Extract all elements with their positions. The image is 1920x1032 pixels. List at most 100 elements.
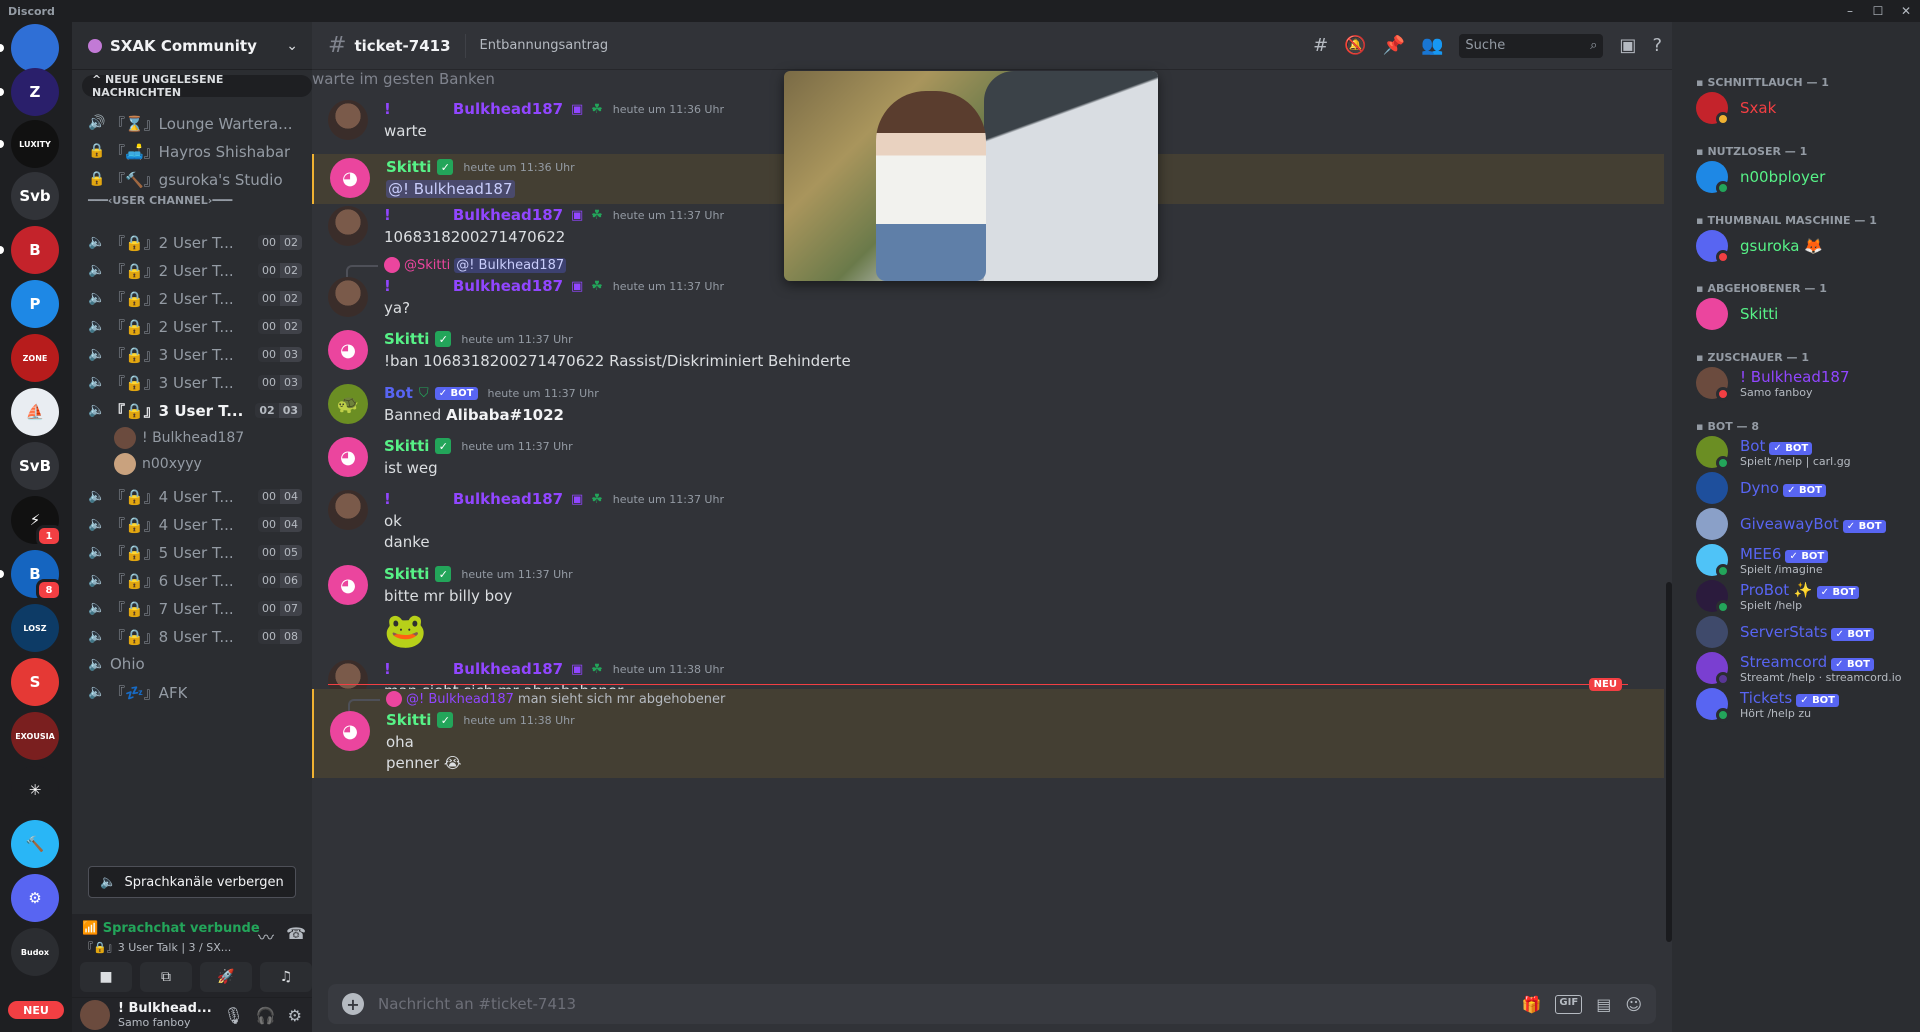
message-input[interactable]: Nachricht an #ticket-7413	[378, 995, 1522, 1013]
message-composer[interactable]: + Nachricht an #ticket-7413 🎁 GIF ▤ ☺	[328, 984, 1656, 1024]
voice-channel-info[interactable]: 『🔒』3 User Talk | 3 / SX...	[82, 939, 231, 955]
voice-channel[interactable]: 🔈 『🔒』4 User T... 00 04	[80, 509, 304, 539]
close-window-button[interactable]: ✕	[1892, 4, 1920, 18]
user-prefix[interactable]: !	[384, 206, 391, 224]
settings-gear-icon[interactable]: ⚙	[288, 1006, 302, 1025]
threads-icon[interactable]: #	[1313, 35, 1328, 56]
headphones-icon[interactable]: 🎧	[256, 1006, 276, 1025]
camera-button[interactable]: ■	[80, 962, 132, 992]
member-item[interactable]: gsuroka 🦊	[1696, 226, 1912, 266]
username[interactable]: Bulkhead187	[453, 100, 563, 118]
member-item[interactable]: Dyno ✓ BOT	[1696, 468, 1912, 508]
avatar[interactable]: ◕	[328, 330, 368, 370]
member-item[interactable]: GiveawayBot ✓ BOT	[1696, 504, 1912, 544]
avatar[interactable]	[328, 277, 368, 317]
username[interactable]: Bot	[384, 384, 413, 402]
server-icon[interactable]: LUXITY	[0, 120, 59, 168]
server-icon[interactable]: P	[11, 280, 59, 328]
member-item[interactable]: Skitti	[1696, 294, 1912, 334]
avatar[interactable]: ◕	[328, 437, 368, 477]
user-mention[interactable]: @! Bulkhead187	[386, 180, 515, 198]
member-item[interactable]: ServerStats ✓ BOT	[1696, 612, 1912, 652]
activity-button[interactable]: 🚀	[200, 962, 252, 992]
hide-voice-channels-button[interactable]: 🔈 Sprachkanäle verbergen	[88, 866, 296, 898]
disconnect-icon[interactable]: ☎	[286, 924, 306, 948]
search-input[interactable]: Suche ⌕	[1459, 33, 1604, 58]
voice-channel[interactable]: 🔈 『🔒』2 User T... 00 02	[80, 255, 304, 285]
server-icon[interactable]: Z	[0, 68, 59, 116]
username[interactable]: Bulkhead187	[453, 660, 563, 678]
screenshare-button[interactable]: ⧉	[140, 962, 192, 992]
username[interactable]: Skitti	[384, 330, 429, 348]
user-prefix[interactable]: !	[384, 490, 391, 508]
sticker-image[interactable]: 🐸	[384, 611, 426, 651]
server-icon[interactable]: 🔨	[11, 820, 59, 868]
voice-channel[interactable]: 🔈 『🔒』2 User T... 00 02	[80, 227, 304, 257]
emoji-icon[interactable]: ☺	[1625, 995, 1642, 1014]
minimize-button[interactable]: –	[1836, 4, 1864, 18]
member-item[interactable]: ! Bulkhead187 Samo fanboy	[1696, 363, 1912, 403]
server-icon[interactable]: Svb	[11, 172, 59, 220]
unread-messages-pill[interactable]: ^ NEUE UNGELESENE NACHRICHTEN	[82, 73, 312, 99]
username[interactable]: Skitti	[384, 437, 429, 455]
server-icon[interactable]: LOSZ	[11, 604, 59, 652]
member-item[interactable]: Bot ✓ BOT Spielt /help | carl.gg	[1696, 432, 1912, 472]
server-icon[interactable]: B8	[0, 550, 62, 601]
voice-channel[interactable]: 🔈 Ohio	[80, 649, 304, 679]
voice-channel[interactable]: 🔈 『🔒』5 User T... 00 05	[80, 537, 304, 567]
server-header[interactable]: SXAK Community ⌄	[72, 22, 312, 70]
member-item[interactable]: Sxak	[1696, 88, 1912, 128]
voice-channel[interactable]: 🔈 『🔒』4 User T... 00 04	[80, 481, 304, 511]
voice-connected-status[interactable]: 📶 Sprachchat verbunde	[82, 921, 260, 936]
server-icon[interactable]: ⚙	[11, 874, 59, 922]
server-icon[interactable]: B	[0, 226, 59, 274]
voice-channel[interactable]: 🔈 『🔒』2 User T... 00 02	[80, 311, 304, 341]
voice-channel[interactable]: 🔊 『⌛』Lounge Wartera...	[80, 108, 304, 138]
sticker-icon[interactable]: ▤	[1596, 995, 1611, 1014]
avatar[interactable]	[328, 100, 368, 140]
avatar[interactable]: 🐢	[328, 384, 368, 424]
server-icon[interactable]	[0, 24, 59, 72]
member-item[interactable]: ProBot ✨ ✓ BOT Spielt /help	[1696, 576, 1912, 616]
soundboard-button[interactable]: ♫	[260, 962, 312, 992]
user-prefix[interactable]: !	[384, 660, 391, 678]
avatar[interactable]: ◕	[330, 158, 370, 198]
help-icon[interactable]: ?	[1652, 35, 1662, 56]
username[interactable]: Skitti	[386, 711, 431, 729]
voice-channel[interactable]: 🔈 『🔒』3 User T... 00 03	[80, 367, 304, 397]
pin-icon[interactable]: 📌	[1383, 35, 1405, 56]
member-item[interactable]: MEE6 ✓ BOT Spielt /imagine	[1696, 540, 1912, 580]
avatar[interactable]: ◕	[328, 565, 368, 605]
username[interactable]: Bulkhead187	[453, 490, 563, 508]
voice-channel[interactable]: 🔒 『🔨』gsuroka's Studio	[80, 164, 304, 194]
add-attachment-icon[interactable]: +	[342, 993, 364, 1015]
server-icon[interactable]: ⚡ 1	[11, 496, 62, 547]
maximize-button[interactable]: ☐	[1864, 4, 1892, 18]
voice-channel[interactable]: 🔈 『🔒』7 User T... 00 07	[80, 593, 304, 623]
server-icon[interactable]: ZONE	[11, 334, 59, 382]
server-icon[interactable]: ⛵	[11, 388, 59, 436]
server-icon[interactable]: S	[11, 658, 59, 706]
microphone-icon[interactable]: 🎙	[223, 1006, 243, 1025]
voice-channel[interactable]: 🔈 『🔒』3 User T... 02 03	[80, 395, 304, 425]
inbox-icon[interactable]: ▣	[1619, 35, 1636, 56]
avatar[interactable]: ◕	[330, 711, 370, 751]
avatar[interactable]	[328, 490, 368, 530]
voice-channel[interactable]: 🔈 『🔒』2 User T... 00 02	[80, 283, 304, 313]
member-item[interactable]: n00bployer	[1696, 157, 1912, 197]
username[interactable]: Bulkhead187	[453, 277, 563, 295]
username[interactable]: Bulkhead187	[453, 206, 563, 224]
notifications-muted-icon[interactable]: 🔕	[1344, 35, 1366, 56]
category-user-channel[interactable]: ━━━‹USER CHANNEL›━━━	[88, 194, 232, 207]
chevron-down-icon[interactable]: ⌄	[286, 38, 298, 54]
picture-in-picture-video[interactable]	[784, 71, 1158, 281]
server-icon[interactable]: ✳	[11, 766, 59, 814]
server-icon[interactable]: EXOUSIA	[11, 712, 59, 760]
avatar[interactable]	[80, 1000, 110, 1030]
server-icon[interactable]: Budox	[11, 928, 59, 976]
gift-icon[interactable]: 🎁	[1522, 995, 1542, 1014]
avatar[interactable]	[328, 206, 368, 246]
reply-preview[interactable]: @! Bulkhead187 man sieht sich mr abgehobe…	[348, 691, 725, 711]
username[interactable]: Skitti	[384, 565, 429, 583]
member-list-icon[interactable]: 👥	[1421, 35, 1443, 56]
